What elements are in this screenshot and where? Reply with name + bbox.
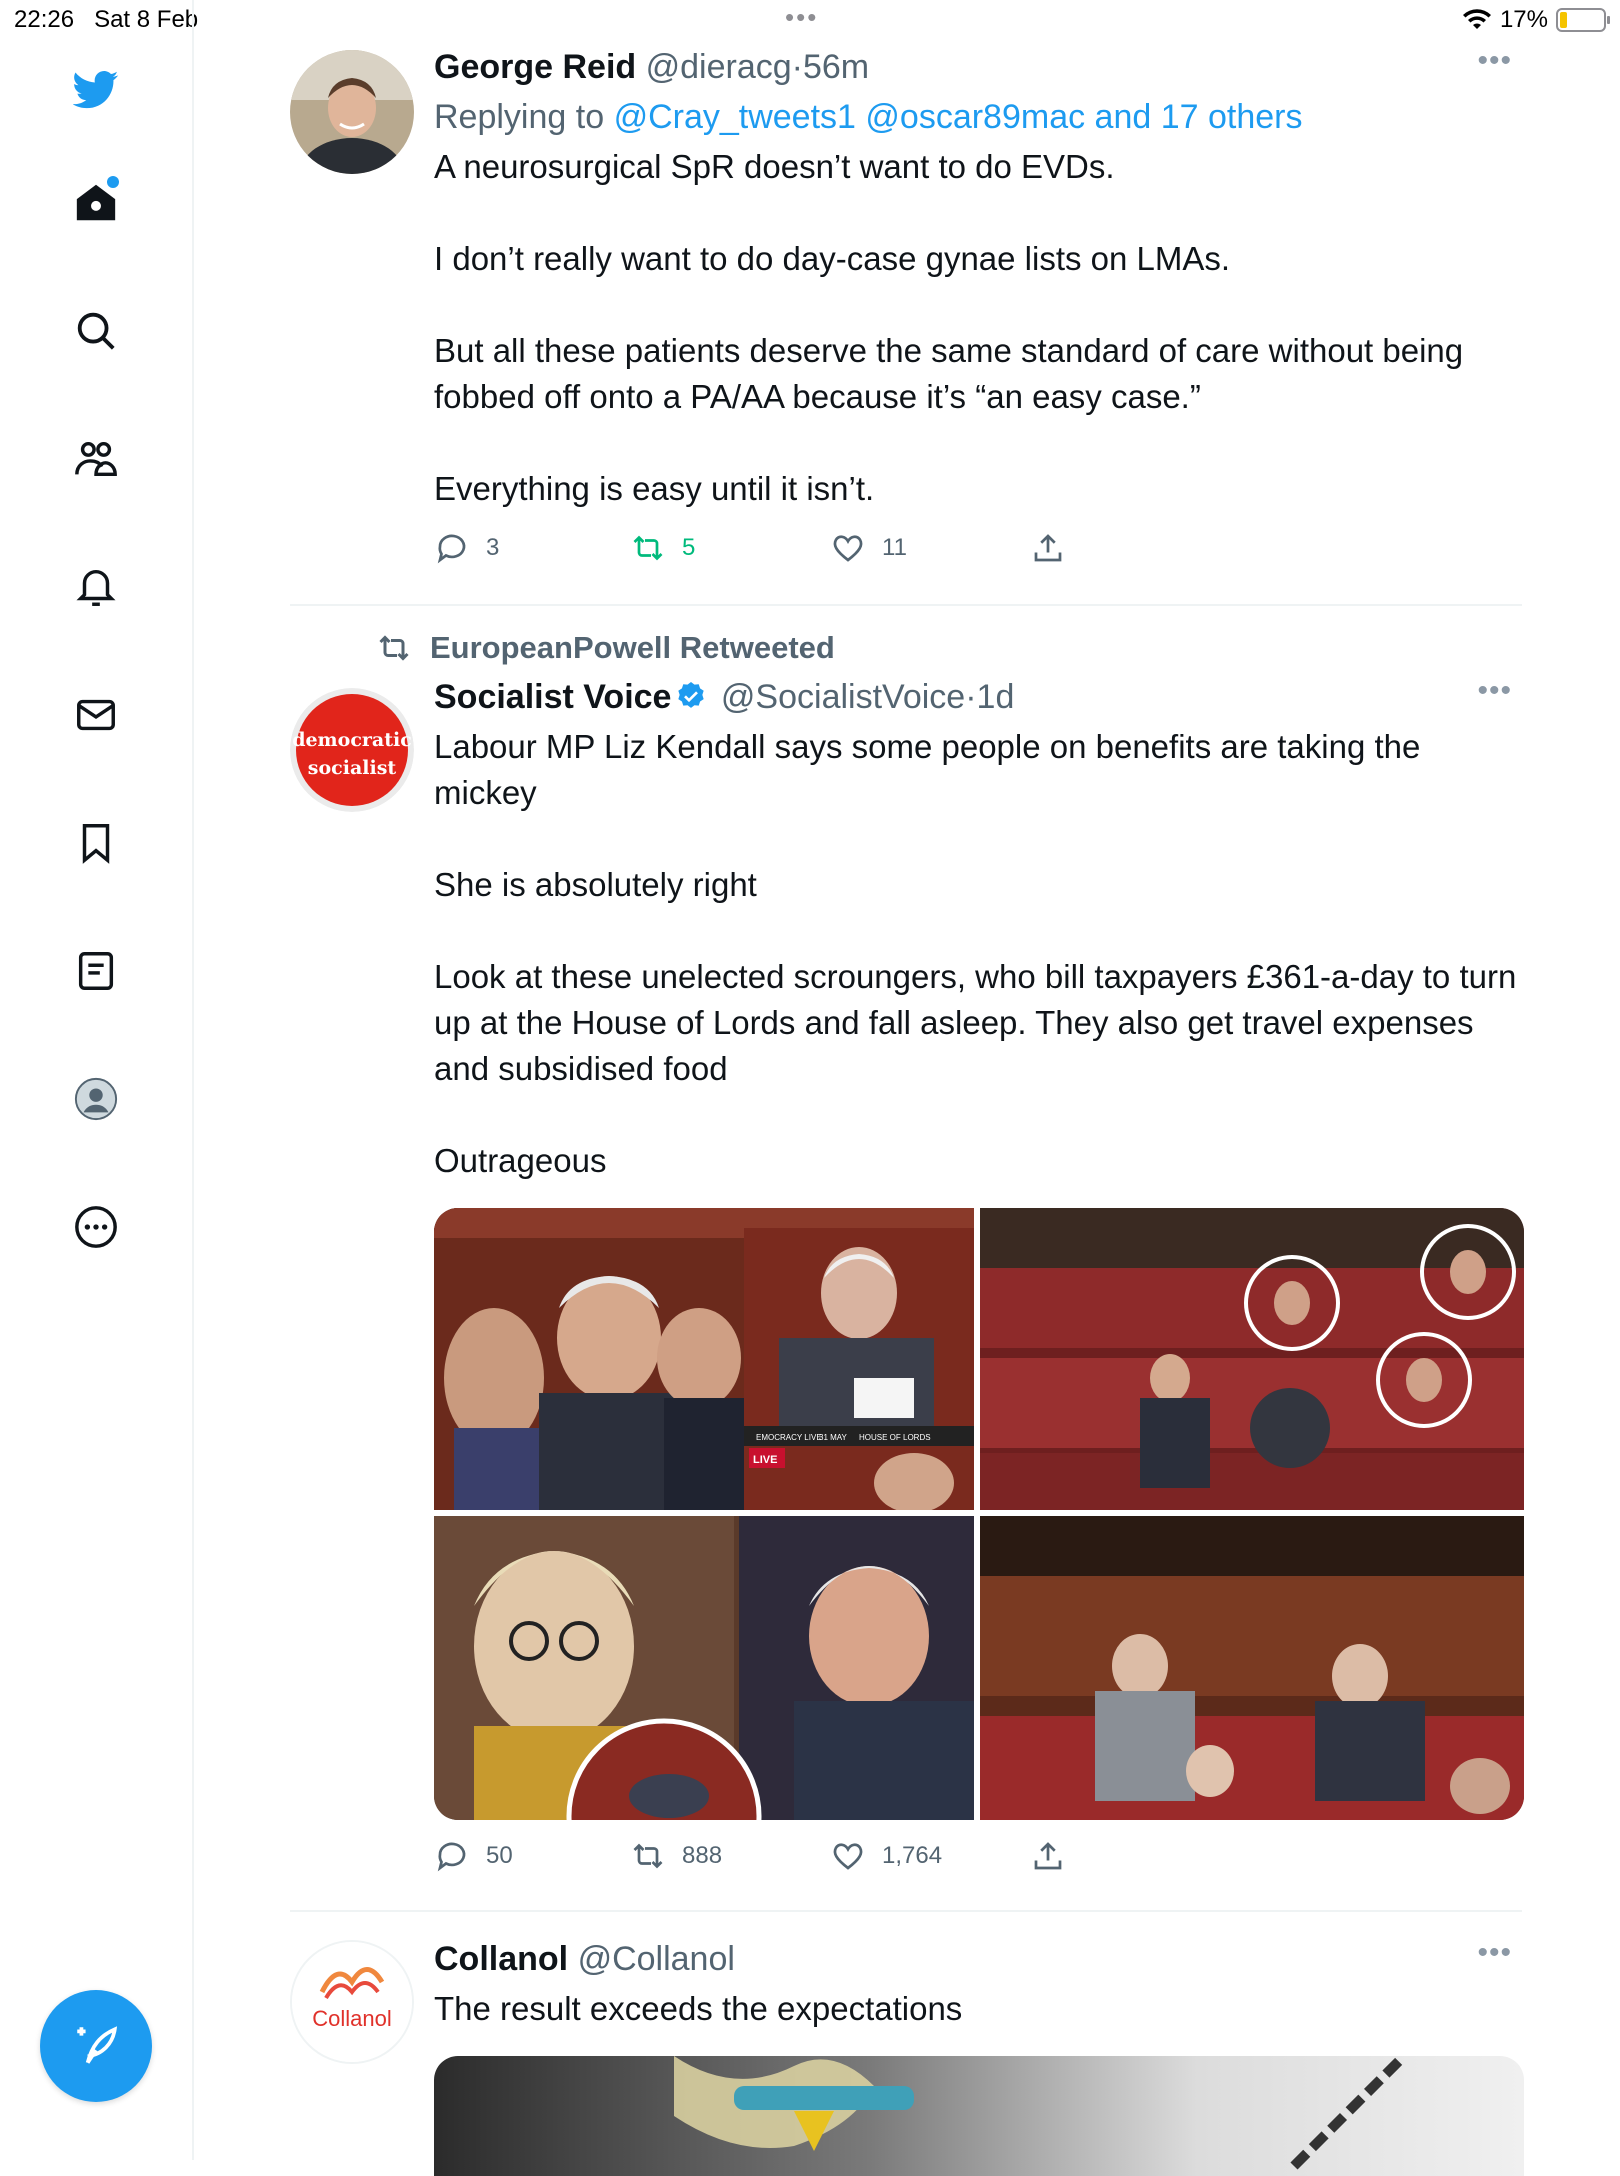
retweet-icon [379,635,409,661]
reply-icon [437,534,466,564]
wifi-icon [1462,9,1491,29]
status-bar: 22:26 Sat 8 Feb ••• 17% [0,0,1620,40]
communities-icon[interactable] [69,432,123,486]
like-count: 1,764 [882,1842,943,1869]
share-button[interactable] [1030,1838,1066,1874]
retweet-button[interactable]: 888 [630,1838,722,1874]
avatar[interactable]: Collanol [290,1940,414,2064]
tweet-header: Collanol @Collanol [434,1936,1524,1982]
like-count: 11 [882,534,907,561]
home-icon[interactable] [69,176,123,230]
ad-media-image[interactable] [434,2056,1524,2176]
share-icon [1034,534,1062,562]
heart-icon [833,535,863,562]
verified-badge-icon [678,682,705,708]
replying-to-links[interactable]: @Cray_tweets1 @oscar89mac and 17 others [614,98,1303,136]
media-image-4[interactable] [980,1516,1524,1820]
divider [290,604,1522,606]
tweet-actions: 3 5 11 [434,530,1524,580]
media-caption-democracy-live: EMOCRACY LIVE [756,1433,822,1442]
divider [290,1910,1522,1912]
tweet-header: George Reid @dieracg·56m [434,44,1524,90]
replying-to: Replying to @Cray_tweets1 @oscar89mac an… [434,94,1524,140]
media-grid[interactable]: EMOCRACY LIVE 31 MAY HOUSE OF LORDS LIVE [434,1208,1524,1820]
like-button[interactable]: 11 [830,530,907,566]
battery-icon [1556,8,1610,32]
tweet-text: Labour MP Liz Kendall says some people o… [434,728,1517,1179]
more-options-icon[interactable] [69,1200,123,1254]
tweet[interactable]: Collanol Collanol @Collanol ••• The resu… [290,1936,1524,2176]
notifications-bell-icon[interactable] [69,560,123,614]
home-notification-dot [107,176,119,188]
retweeted-by-label[interactable]: EuropeanPowell Retweeted [430,630,835,666]
feather-plus-icon [77,2026,118,2064]
retweet-button[interactable]: 5 [630,530,695,566]
sidebar [0,0,194,2160]
timestamp[interactable]: 1d [977,678,1015,716]
retweeted-by: EuropeanPowell Retweeted [376,630,835,666]
reply-icon [437,1842,466,1872]
retweet-count: 5 [682,534,696,561]
tweet[interactable]: George Reid @dieracg·56m ••• Replying to… [290,44,1524,600]
retweet-icon [633,1843,663,1869]
bookmark-icon[interactable] [69,816,123,870]
share-button[interactable] [1030,530,1066,566]
retweet-icon [633,535,663,561]
share-icon [1034,1842,1062,1870]
media-caption-house-of-lords: HOUSE OF LORDS [859,1433,931,1442]
reply-count: 50 [486,1842,513,1869]
battery-percent: 17% [1499,6,1548,33]
status-right: 17% [1462,6,1610,34]
display-name[interactable]: George Reid [434,48,636,86]
battery-fill [1560,12,1567,28]
search-icon[interactable] [69,304,123,358]
replying-prefix: Replying to [434,98,605,136]
profile-avatar-icon[interactable] [69,1072,123,1126]
more-options-icon[interactable]: ••• [1477,44,1512,78]
reply-count: 3 [486,534,500,561]
retweet-count: 888 [682,1842,723,1869]
twitter-logo-icon[interactable] [69,62,123,116]
media-caption-date: 31 MAY [819,1433,848,1442]
media-image-3[interactable] [434,1516,974,1820]
media-live-badge: LIVE [753,1454,777,1466]
compose-tweet-button[interactable] [40,1990,152,2102]
handle[interactable]: @Collanol [578,1940,735,1978]
separator: · [965,678,977,716]
tweet-text: A neurosurgical SpR doesn’t want to do E… [434,148,1464,507]
display-name[interactable]: Socialist Voice [434,678,671,716]
media-image-1[interactable]: EMOCRACY LIVE 31 MAY HOUSE OF LORDS LIVE [434,1208,974,1510]
reply-button[interactable]: 50 [434,1838,513,1874]
heart-icon [833,1843,863,1870]
avatar-text-socialist: socialist [308,757,397,779]
more-options-icon[interactable]: ••• [1477,674,1512,708]
avatar-text-collanol: Collanol [312,2006,392,2031]
tweet-actions: 50 888 1,764 [434,1838,1524,1888]
more-options-icon[interactable]: ••• [1477,1936,1512,1970]
lists-icon[interactable] [69,944,123,998]
handle[interactable]: @SocialistVoice [721,678,965,716]
tweet-header: Socialist Voice @SocialistVoice·1d [434,674,1524,720]
display-name[interactable]: Collanol [434,1940,568,1978]
reply-button[interactable]: 3 [434,530,499,566]
timestamp[interactable]: 56m [803,48,869,86]
tweet-text: The result exceeds the expectations [434,1990,963,2027]
like-button[interactable]: 1,764 [830,1838,942,1874]
avatar[interactable]: democratic socialist [290,688,414,812]
tweet[interactable]: EuropeanPowell Retweeted democratic soci… [290,630,1524,1880]
separator: · [791,48,803,86]
avatar-text-democratic: democratic [292,729,412,751]
multitasking-dots-icon[interactable]: ••• [785,2,818,33]
handle[interactable]: @dieracg [646,48,792,86]
avatar[interactable] [290,50,414,174]
media-image-2[interactable] [980,1208,1524,1510]
messages-envelope-icon[interactable] [69,688,123,742]
